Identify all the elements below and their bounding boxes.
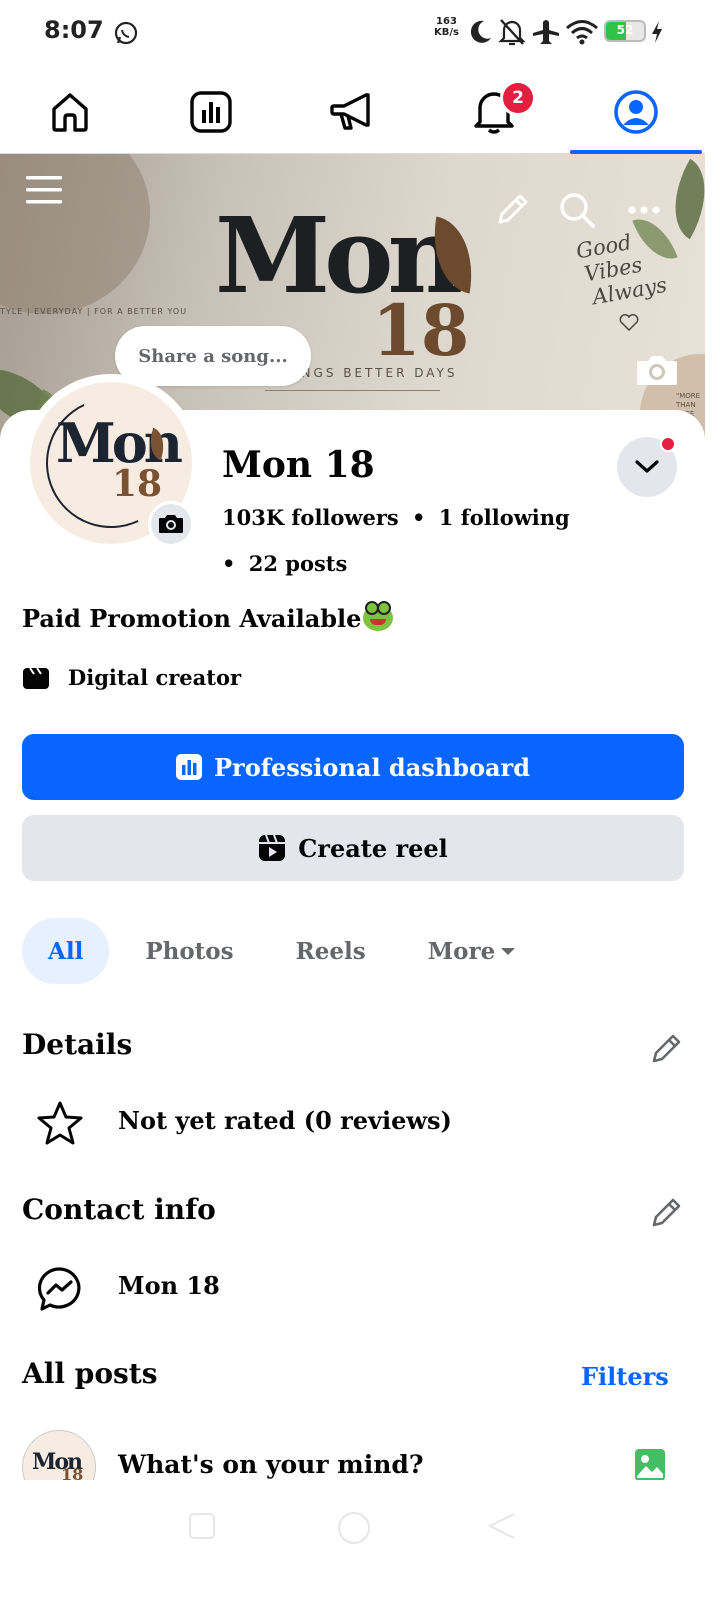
more-options-button[interactable] bbox=[622, 188, 666, 232]
category-row: Digital creator bbox=[22, 664, 241, 690]
caret-down-icon bbox=[501, 948, 516, 955]
battery-level: 52 bbox=[616, 23, 634, 37]
chart-icon bbox=[190, 91, 232, 133]
content-filter-tabs: All Photos Reels More bbox=[22, 918, 553, 984]
separator: • bbox=[412, 505, 426, 530]
edit-cover-photo-button[interactable] bbox=[634, 350, 680, 390]
share-song-button[interactable]: Share a song... bbox=[115, 326, 311, 386]
messenger-contact[interactable]: Mon 18 bbox=[118, 1271, 220, 1300]
followers-count[interactable]: 103K followers bbox=[222, 505, 399, 530]
tab-reels[interactable]: Reels bbox=[270, 918, 392, 984]
posts-count[interactable]: 22 posts bbox=[249, 551, 348, 576]
photo-icon[interactable] bbox=[634, 1448, 666, 1482]
tab-professional-dashboard[interactable] bbox=[145, 70, 277, 154]
tab-home[interactable] bbox=[4, 70, 136, 154]
edit-contact-button[interactable] bbox=[646, 1193, 686, 1233]
tab-all[interactable]: All bbox=[22, 918, 110, 984]
back-icon[interactable] bbox=[486, 1510, 518, 1542]
home-icon bbox=[52, 93, 88, 132]
more-dots-icon bbox=[628, 206, 660, 214]
bio: Paid Promotion Available bbox=[22, 601, 394, 633]
messenger-icon bbox=[37, 1267, 81, 1311]
notification-badge: 2 bbox=[500, 80, 536, 116]
edit-avatar-button[interactable] bbox=[148, 501, 194, 547]
following-count[interactable]: 1 following bbox=[439, 505, 570, 530]
cover-tagline: INGS BETTER DAYS bbox=[295, 366, 458, 380]
pencil-icon bbox=[498, 194, 528, 224]
menu-button[interactable] bbox=[22, 168, 66, 212]
wifi-icon bbox=[566, 20, 598, 45]
recent-apps-icon[interactable] bbox=[186, 1510, 218, 1542]
details-title: Details bbox=[22, 1028, 133, 1061]
home-button-icon[interactable] bbox=[336, 1510, 372, 1546]
tab-ads[interactable] bbox=[287, 70, 419, 154]
filters-button[interactable]: Filters bbox=[581, 1362, 669, 1391]
professional-dashboard-button[interactable]: Professional dashboard bbox=[22, 734, 684, 800]
tab-notifications[interactable] bbox=[428, 70, 560, 154]
megaphone-icon bbox=[330, 93, 370, 130]
composer-input[interactable]: What's on your mind? bbox=[118, 1450, 424, 1479]
clapperboard-icon bbox=[23, 667, 49, 689]
heart-icon bbox=[619, 314, 639, 332]
profile-icon bbox=[614, 90, 658, 134]
divider bbox=[265, 390, 440, 391]
moon-icon bbox=[470, 20, 491, 43]
category-label: Digital creator bbox=[68, 664, 242, 690]
chevron-down-icon bbox=[635, 460, 659, 473]
star-icon bbox=[37, 1101, 83, 1145]
search-button[interactable] bbox=[555, 188, 599, 232]
rating-text: Not yet rated (0 reviews) bbox=[118, 1106, 452, 1135]
menu-icon bbox=[26, 176, 62, 204]
professional-dashboard-label: Professional dashboard bbox=[214, 752, 530, 782]
cover-script-text: Good Vibes Always bbox=[574, 230, 669, 310]
create-reel-label: Create reel bbox=[298, 833, 448, 863]
frog-emoji-icon bbox=[363, 601, 394, 631]
tab-photos[interactable]: Photos bbox=[119, 918, 259, 984]
airplane-icon bbox=[533, 20, 559, 44]
tab-more[interactable]: More bbox=[402, 918, 544, 984]
cover-left-line: TYLE | EVERYDAY | FOR A BETTER YOU bbox=[0, 307, 188, 316]
pencil-icon bbox=[652, 1198, 681, 1227]
profile-stats: 103K followers • 1 following bbox=[222, 505, 570, 530]
network-speed: 163 KB/s bbox=[434, 16, 459, 38]
cover-brand-number: 18 bbox=[372, 289, 470, 372]
battery-icon: 52 bbox=[604, 20, 646, 42]
camera-icon bbox=[159, 515, 183, 533]
all-posts-title: All posts bbox=[22, 1357, 158, 1390]
tab-profile[interactable] bbox=[570, 70, 702, 154]
charging-icon bbox=[652, 21, 662, 43]
profile-name: Mon 18 bbox=[222, 444, 375, 486]
dashboard-icon bbox=[176, 754, 202, 780]
search-icon bbox=[560, 193, 595, 228]
reel-icon bbox=[259, 834, 286, 861]
create-reel-button[interactable]: Create reel bbox=[22, 815, 684, 881]
pencil-icon bbox=[652, 1034, 681, 1063]
bell-off-icon bbox=[498, 19, 526, 46]
edit-cover-button[interactable] bbox=[490, 188, 534, 232]
status-time: 8:07 bbox=[44, 16, 104, 44]
notification-dot bbox=[660, 436, 676, 452]
separator: • bbox=[222, 551, 236, 576]
camera-icon bbox=[637, 356, 677, 385]
edit-details-button[interactable] bbox=[646, 1029, 686, 1069]
whatsapp-icon bbox=[114, 21, 138, 45]
contact-info-title: Contact info bbox=[22, 1193, 216, 1226]
avatar-number: 18 bbox=[112, 463, 163, 505]
posts-stats: • 22 posts bbox=[222, 551, 347, 576]
top-navigation: 2 bbox=[0, 70, 705, 154]
